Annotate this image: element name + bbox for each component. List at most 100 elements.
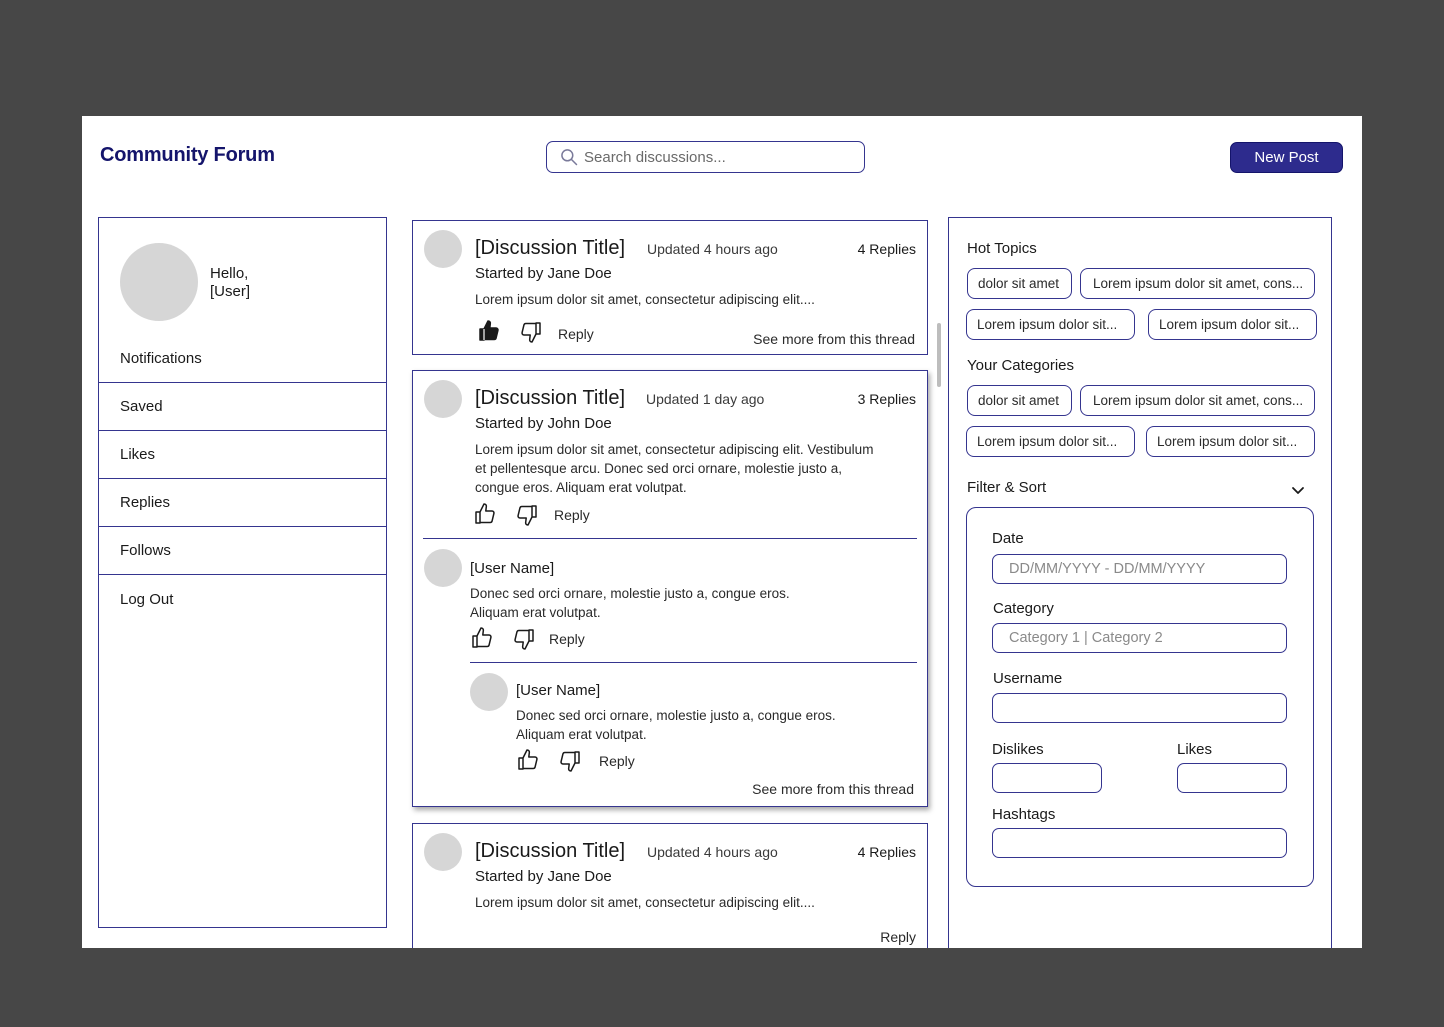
sidebar-item-label: Likes [120, 446, 156, 463]
sidebar-item-label: Follows [120, 542, 171, 559]
comment-line: Aliquam erat volutpat. [470, 605, 601, 620]
started-by: Started by John Doe [475, 415, 612, 432]
search-input[interactable] [584, 148, 844, 166]
reply-button[interactable]: Reply [558, 326, 594, 342]
author-avatar [424, 230, 462, 268]
comment-line: Donec sed orci ornare, molestie justo a,… [516, 708, 836, 723]
commenter-avatar [424, 549, 462, 587]
username-input[interactable] [992, 693, 1287, 723]
filter-sort-heading[interactable]: Filter & Sort [967, 479, 1046, 496]
see-more-link[interactable]: See more from this thread [752, 781, 914, 797]
discussion-card[interactable]: [Discussion Title] Updated 4 hours ago 4… [412, 220, 928, 355]
sidebar-item-follows[interactable]: Follows [99, 527, 386, 575]
comment-username[interactable]: [User Name] [516, 682, 600, 699]
hot-topics-heading: Hot Topics [967, 240, 1037, 257]
search-icon [561, 149, 578, 166]
username-label: Username [993, 670, 1063, 687]
category-input[interactable]: Category 1 | Category 2 [992, 623, 1287, 653]
category-chip[interactable]: Lorem ipsum dolor sit... [966, 426, 1135, 457]
likes-input[interactable] [1177, 763, 1287, 793]
user-greeting: Hello, [User] [210, 265, 250, 301]
sidebar-item-logout[interactable]: Log Out [99, 575, 386, 623]
author-avatar [424, 833, 462, 871]
thumb-up-icon[interactable] [470, 626, 494, 650]
app-window: Community Forum New Post Hello, [User] N… [82, 116, 1362, 948]
reply-button[interactable]: Reply [880, 929, 916, 945]
thumb-down-icon[interactable] [515, 503, 539, 527]
sidebar-item-likes[interactable]: Likes [99, 431, 386, 479]
filter-form: Date DD/MM/YYYY - DD/MM/YYYY Category Ca… [966, 507, 1314, 887]
search-bar[interactable] [546, 141, 865, 173]
category-chip[interactable]: dolor sit amet [967, 385, 1072, 416]
started-by: Started by Jane Doe [475, 265, 612, 282]
thumb-up-icon[interactable] [473, 502, 497, 526]
greeting-line: Hello, [210, 265, 249, 282]
discussion-card[interactable]: [Discussion Title] Updated 1 day ago 3 R… [412, 370, 928, 807]
discussion-card[interactable]: [Discussion Title] Updated 4 hours ago 4… [412, 823, 928, 948]
feed-scrollbar[interactable] [937, 323, 941, 387]
updated-time: Updated 4 hours ago [647, 241, 778, 257]
new-post-button[interactable]: New Post [1230, 142, 1343, 173]
right-panel: Hot Topics dolor sit amet Lorem ipsum do… [948, 217, 1332, 948]
category-chip[interactable]: Lorem ipsum dolor sit... [1146, 426, 1315, 457]
sidebar-item-replies[interactable]: Replies [99, 479, 386, 527]
discussion-excerpt: Lorem ipsum dolor sit amet, consectetur … [475, 895, 815, 910]
discussion-title[interactable]: [Discussion Title] [475, 387, 625, 410]
app-logo[interactable]: Community Forum [100, 144, 275, 167]
category-chip[interactable]: Lorem ipsum dolor sit amet, cons... [1080, 385, 1315, 416]
comment-line: Donec sed orci ornare, molestie justo a,… [470, 586, 790, 601]
dislikes-label: Dislikes [992, 741, 1044, 758]
reply-count[interactable]: 4 Replies [858, 844, 916, 860]
chevron-down-icon[interactable] [1290, 482, 1306, 498]
thumb-up-filled-icon[interactable] [477, 319, 501, 343]
likes-label: Likes [1177, 741, 1213, 758]
hot-topic-chip[interactable]: Lorem ipsum dolor sit amet, cons... [1080, 268, 1315, 299]
comment-username[interactable]: [User Name] [470, 560, 554, 577]
body-line: congue eros. Aliquam erat volutpat. [475, 480, 687, 495]
comment-body: Donec sed orci ornare, molestie justo a,… [516, 706, 836, 744]
user-sidebar: Hello, [User] Notifications Saved Likes … [98, 217, 387, 928]
started-by: Started by Jane Doe [475, 868, 612, 885]
reply-button[interactable]: Reply [599, 753, 635, 769]
comment-body: Donec sed orci ornare, molestie justo a,… [470, 584, 790, 622]
reply-button[interactable]: Reply [549, 631, 585, 647]
thumb-down-icon[interactable] [558, 749, 582, 773]
hot-topic-chip[interactable]: dolor sit amet [967, 268, 1072, 299]
sidebar-item-label: Saved [120, 398, 163, 415]
sidebar-item-label: Notifications [120, 350, 202, 367]
hashtags-label: Hashtags [992, 806, 1056, 823]
discussion-title[interactable]: [Discussion Title] [475, 237, 625, 260]
sidebar-item-notifications[interactable]: Notifications [99, 335, 386, 383]
reply-button[interactable]: Reply [554, 507, 590, 523]
thumb-down-icon[interactable] [512, 627, 536, 651]
category-label: Category [993, 600, 1054, 617]
body-line: Lorem ipsum dolor sit amet, consectetur … [475, 442, 874, 457]
sidebar-item-label: Log Out [120, 590, 174, 608]
hot-topic-chip[interactable]: Lorem ipsum dolor sit... [1148, 309, 1317, 340]
discussion-title[interactable]: [Discussion Title] [475, 840, 625, 863]
sidebar-item-label: Replies [120, 494, 171, 511]
sidebar-item-saved[interactable]: Saved [99, 383, 386, 431]
greeting-username: [User] [210, 283, 251, 300]
author-avatar [424, 380, 462, 418]
hot-topic-chip[interactable]: Lorem ipsum dolor sit... [966, 309, 1135, 340]
dislikes-input[interactable] [992, 763, 1102, 793]
updated-time: Updated 4 hours ago [647, 844, 778, 860]
discussion-body: Lorem ipsum dolor sit amet, consectetur … [475, 440, 873, 497]
divider [423, 538, 917, 539]
thumb-up-icon[interactable] [516, 748, 540, 772]
updated-time: Updated 1 day ago [646, 391, 765, 407]
reply-count[interactable]: 3 Replies [858, 391, 916, 407]
your-categories-heading: Your Categories [967, 357, 1075, 374]
comment-line: Aliquam erat volutpat. [516, 727, 647, 742]
divider [470, 662, 917, 663]
thumb-down-icon[interactable] [519, 320, 543, 344]
commenter-avatar [470, 673, 508, 711]
user-avatar [120, 243, 198, 321]
discussion-excerpt: Lorem ipsum dolor sit amet, consectetur … [475, 292, 815, 307]
date-range-input[interactable]: DD/MM/YYYY - DD/MM/YYYY [992, 554, 1287, 584]
see-more-link[interactable]: See more from this thread [753, 331, 915, 347]
date-label: Date [992, 530, 1024, 547]
reply-count[interactable]: 4 Replies [858, 241, 916, 257]
hashtags-input[interactable] [992, 828, 1287, 858]
